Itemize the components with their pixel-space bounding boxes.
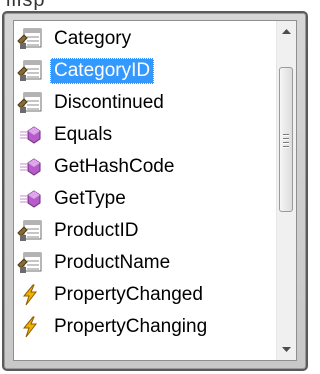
list-item-productid[interactable]: ProductID: [16, 215, 266, 247]
property-icon: [16, 58, 44, 84]
list-item-label: CategoryID: [50, 58, 155, 84]
list-item-label: PropertyChanging: [54, 316, 208, 337]
event-icon: [16, 314, 44, 340]
member-list[interactable]: Category CategoryID Discontinued Equals …: [13, 20, 297, 361]
chevron-down-icon: [282, 347, 291, 352]
property-icon: [16, 218, 44, 244]
method-icon: [16, 186, 44, 212]
list-item-gethashcode[interactable]: GetHashCode: [16, 151, 266, 183]
method-icon: [16, 122, 44, 148]
list-item-propertychanging[interactable]: PropertyChanging: [16, 311, 266, 343]
list-item-label: GetHashCode: [54, 156, 175, 177]
intellisense-popup: Category CategoryID Discontinued Equals …: [2, 11, 308, 371]
list-item-label: PropertyChanged: [54, 284, 203, 305]
scroll-down-button[interactable]: [277, 340, 296, 360]
method-icon: [16, 154, 44, 180]
list-item-productname[interactable]: ProductName: [16, 247, 266, 279]
scroll-up-button[interactable]: [277, 21, 296, 41]
vertical-scrollbar[interactable]: [276, 21, 296, 360]
property-icon: [16, 250, 44, 276]
chevron-up-icon: [282, 29, 291, 34]
list-item-equals[interactable]: Equals: [16, 119, 266, 151]
event-icon: [16, 282, 44, 308]
thumb-grip-icon: [283, 134, 289, 148]
list-item-propertychanged[interactable]: PropertyChanged: [16, 279, 266, 311]
list-item-categoryid[interactable]: CategoryID: [16, 55, 266, 87]
property-icon: [16, 90, 44, 116]
list-item-label: ProductID: [54, 220, 139, 241]
property-icon: [16, 26, 44, 52]
list-item-label: ProductName: [54, 252, 171, 273]
list-item-discontinued[interactable]: Discontinued: [16, 87, 266, 119]
list-item-label: GetType: [54, 188, 126, 209]
scroll-thumb[interactable]: [279, 67, 293, 212]
list-item-category[interactable]: Category: [16, 23, 266, 55]
list-item-label: Category: [54, 28, 132, 49]
list-item-label: Equals: [54, 124, 113, 145]
list-item-gettype[interactable]: GetType: [16, 183, 266, 215]
list-item-label: Discontinued: [54, 92, 164, 113]
